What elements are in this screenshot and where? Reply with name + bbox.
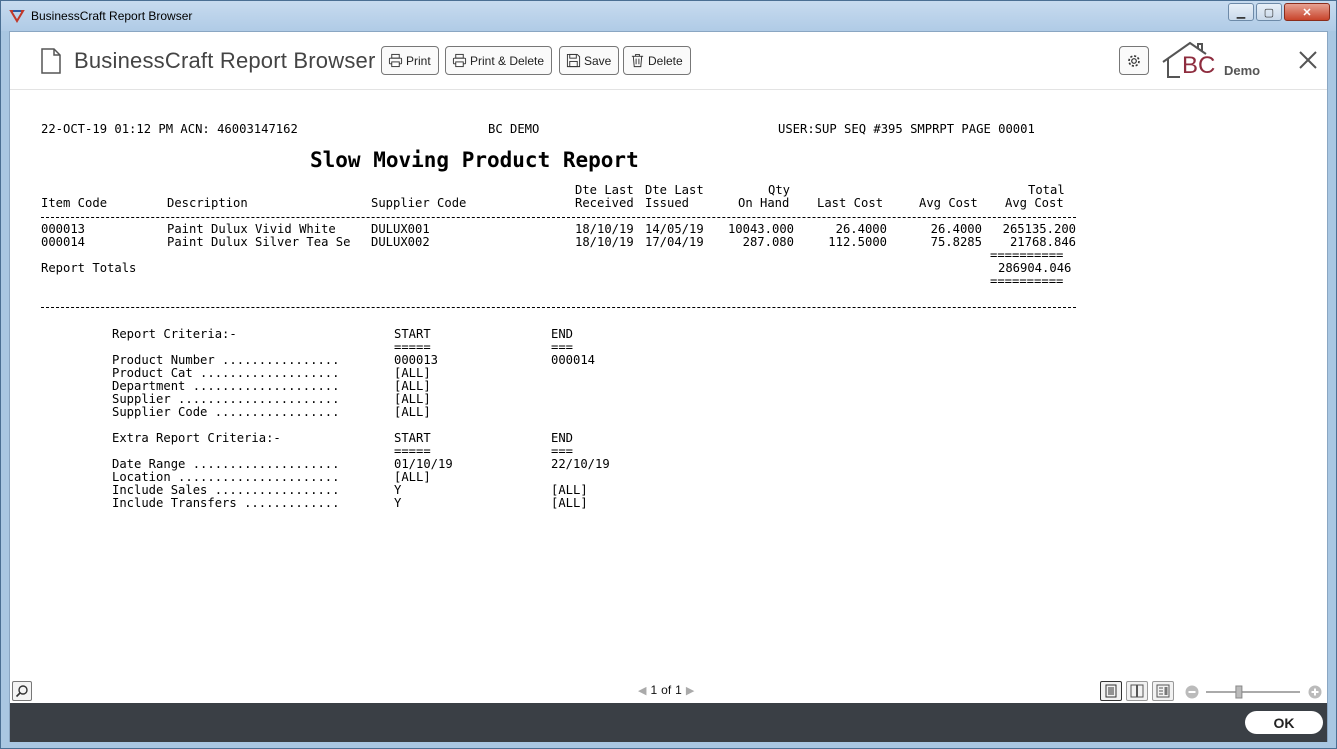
report-header-left: 22-OCT-19 01:12 PM ACN: 46003147162 bbox=[41, 122, 298, 136]
logo-text: BC bbox=[1182, 52, 1216, 79]
row-2-avg-cost: 75.8285 bbox=[930, 235, 982, 249]
criteria-item-end: 000014 bbox=[551, 353, 596, 367]
single-page-view-button[interactable] bbox=[1100, 681, 1122, 701]
ok-button[interactable]: OK bbox=[1245, 711, 1323, 734]
printer-icon bbox=[388, 53, 403, 68]
report-browser-window: BusinessCraft Report Browser ▁ ▢ ✕ Busin… bbox=[0, 0, 1337, 749]
close-icon: ✕ bbox=[1302, 6, 1312, 19]
bc-logo: BC bbox=[1160, 40, 1224, 82]
thumbnail-page-icon bbox=[1156, 684, 1170, 698]
previous-page-icon[interactable]: ◀ bbox=[638, 684, 646, 697]
total-pages: 1 bbox=[675, 683, 682, 697]
trash-icon bbox=[631, 53, 644, 68]
zoom-out-icon[interactable] bbox=[1185, 685, 1199, 699]
row-2-dte-last-issued: 17/04/19 bbox=[645, 235, 704, 249]
demo-label: Demo bbox=[1224, 63, 1261, 78]
window-title: BusinessCraft Report Browser bbox=[31, 9, 193, 23]
close-report-icon[interactable] bbox=[1296, 48, 1320, 72]
minimize-button[interactable]: ▁ bbox=[1228, 3, 1254, 21]
report-header-right: USER:SUP SEQ #395 SMPRPT PAGE 00001 bbox=[778, 122, 1035, 136]
col-total-avg-cost: Avg Cost bbox=[1005, 196, 1064, 210]
report-title: Slow Moving Product Report bbox=[310, 148, 639, 172]
delete-label: Delete bbox=[648, 53, 683, 68]
print-label: Print bbox=[406, 53, 431, 68]
criteria-item-label: Supplier Code ................. bbox=[112, 405, 340, 419]
header-separator bbox=[41, 217, 1076, 218]
document-icon bbox=[41, 48, 61, 74]
floppy-disk-icon bbox=[566, 53, 581, 68]
app-title: BusinessCraft Report Browser bbox=[74, 48, 376, 73]
extra-criteria-item-label: Include Transfers ............. bbox=[112, 496, 340, 510]
col-description: Description bbox=[167, 196, 248, 210]
extra-criteria-item-end: [ALL] bbox=[551, 496, 588, 510]
printer-icon bbox=[452, 53, 467, 68]
print-button[interactable]: Print bbox=[381, 46, 439, 75]
window-controls: ▁ ▢ ✕ bbox=[1228, 3, 1330, 21]
dialog-footer: OK bbox=[10, 703, 1327, 742]
window-close-button[interactable]: ✕ bbox=[1284, 3, 1330, 21]
extra-criteria-item-start: Y bbox=[394, 496, 402, 510]
col-item-code: Item Code bbox=[41, 196, 108, 210]
extra-criteria-heading: Extra Report Criteria:- bbox=[112, 431, 281, 445]
two-page-icon bbox=[1130, 684, 1144, 698]
save-label: Save bbox=[584, 53, 612, 68]
page-navigator: ◀ 1 of 1 ▶ bbox=[638, 683, 694, 697]
report-view[interactable]: 22-OCT-19 01:12 PM ACN: 46003147162 BC D… bbox=[10, 91, 1327, 681]
row-2-item-code: 000014 bbox=[41, 235, 86, 249]
two-page-view-button[interactable] bbox=[1126, 681, 1148, 701]
row-2-last-cost: 112.5000 bbox=[828, 235, 887, 249]
section-separator bbox=[41, 307, 1076, 308]
search-icon bbox=[15, 685, 28, 698]
maximize-button[interactable]: ▢ bbox=[1256, 3, 1282, 21]
next-page-icon[interactable]: ▶ bbox=[686, 684, 694, 697]
extra-criteria-item-end: 22/10/19 bbox=[551, 457, 610, 471]
row-2-supplier-code: DULUX002 bbox=[371, 235, 430, 249]
col-issued: Issued bbox=[645, 196, 690, 210]
row-2-description: Paint Dulux Silver Tea Se bbox=[167, 235, 351, 249]
client-area: BusinessCraft Report Browser Print Print… bbox=[9, 31, 1328, 742]
print-delete-label: Print & Delete bbox=[470, 53, 545, 68]
gear-icon bbox=[1128, 54, 1140, 67]
zoom-slider-thumb[interactable] bbox=[1235, 685, 1243, 699]
app-logo-icon bbox=[9, 10, 25, 23]
window-titlebar[interactable]: BusinessCraft Report Browser ▁ ▢ ✕ bbox=[1, 1, 1336, 31]
col-avg-cost: Avg Cost bbox=[919, 196, 978, 210]
col-supplier-code: Supplier Code bbox=[371, 196, 467, 210]
zoom-in-icon[interactable] bbox=[1308, 685, 1322, 699]
thumbnail-view-button[interactable] bbox=[1152, 681, 1174, 701]
criteria-item-start: [ALL] bbox=[394, 405, 431, 419]
col-last-cost: Last Cost bbox=[817, 196, 884, 210]
report-header-center: BC DEMO bbox=[488, 122, 540, 136]
row-2-dte-last-received: 18/10/19 bbox=[575, 235, 634, 249]
find-button[interactable] bbox=[12, 681, 32, 701]
delete-button[interactable]: Delete bbox=[623, 46, 691, 75]
page-of-label: of bbox=[661, 683, 672, 697]
criteria-heading: Report Criteria:- bbox=[112, 327, 237, 341]
maximize-icon: ▢ bbox=[1263, 6, 1275, 19]
status-bar: ◀ 1 of 1 ▶ bbox=[10, 681, 1327, 703]
minimize-icon: ▁ bbox=[1236, 6, 1246, 19]
single-page-icon bbox=[1105, 684, 1117, 698]
col-received: Received bbox=[575, 196, 634, 210]
save-button[interactable]: Save bbox=[559, 46, 620, 75]
settings-button[interactable] bbox=[1119, 46, 1149, 75]
toolbar: BusinessCraft Report Browser Print Print… bbox=[10, 32, 1327, 90]
zoom-control bbox=[1184, 683, 1324, 701]
row-2-qty-on-hand: 287.080 bbox=[742, 235, 794, 249]
report-totals-label: Report Totals bbox=[41, 261, 137, 275]
view-mode-buttons bbox=[1100, 681, 1174, 701]
totals-bottom-rule: ========== bbox=[990, 274, 1064, 288]
current-page: 1 bbox=[650, 683, 658, 697]
col-on-hand: On Hand bbox=[738, 196, 790, 210]
print-delete-button[interactable]: Print & Delete bbox=[445, 46, 553, 75]
